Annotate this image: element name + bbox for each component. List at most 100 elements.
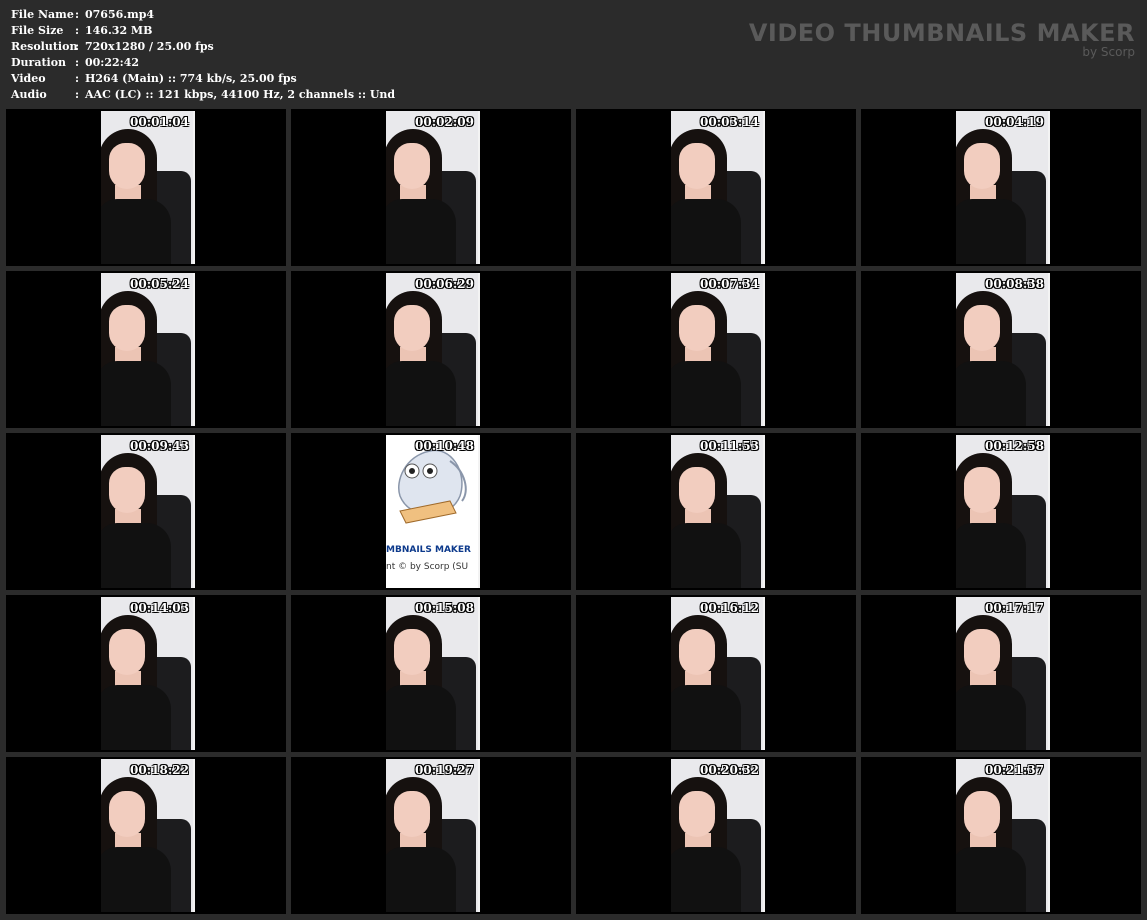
watermark-subtitle: by Scorp xyxy=(1082,45,1135,59)
face-shape xyxy=(964,791,1000,837)
timestamp-label: 00:03:14 xyxy=(700,115,759,129)
body-shape xyxy=(671,847,741,912)
info-label: Audio xyxy=(11,88,47,101)
face-shape xyxy=(394,791,430,837)
video-frame: 00:14:03 xyxy=(101,597,195,750)
info-label: Resolution xyxy=(11,40,78,53)
thumbnail-cell: 00:15:08 xyxy=(291,595,571,752)
timestamp-label: 00:09:43 xyxy=(130,439,189,453)
timestamp-label: 00:17:17 xyxy=(985,601,1044,615)
info-row-file-name: File Name : 07656.mp4 xyxy=(11,7,395,23)
body-shape xyxy=(956,361,1026,426)
thumbnail-grid: 00:01:04 00:02:09 00:03:14 00:04:19 00:05:24… xyxy=(6,109,1141,914)
info-separator: : xyxy=(75,88,80,101)
thumbnail-cell: 00:21:37 xyxy=(861,757,1141,914)
body-shape xyxy=(671,685,741,750)
body-shape xyxy=(671,523,741,588)
face-shape xyxy=(679,629,715,675)
body-shape xyxy=(956,847,1026,912)
info-value: AAC (LC) :: 121 kbps, 44100 Hz, 2 channe… xyxy=(85,88,396,101)
info-label: Duration xyxy=(11,56,67,69)
thumbnail-cell: 00:05:24 xyxy=(6,271,286,428)
thumbnail-cell: 00:19:27 xyxy=(291,757,571,914)
face-shape xyxy=(964,629,1000,675)
video-frame: 00:05:24 xyxy=(101,273,195,426)
thumbnail-cell: 00:02:09 xyxy=(291,109,571,266)
timestamp-label: 00:08:38 xyxy=(985,277,1044,291)
body-shape xyxy=(956,685,1026,750)
thumbnail-cell: 00:04:19 xyxy=(861,109,1141,266)
video-frame: 00:11:53 xyxy=(671,435,765,588)
timestamp-label: 00:20:32 xyxy=(700,763,759,777)
thumbnail-cell: 00:08:38 xyxy=(861,271,1141,428)
timestamp-label: 00:18:22 xyxy=(130,763,189,777)
video-frame: 00:03:14 xyxy=(671,111,765,264)
thumbnail-cell: 00:12:58 xyxy=(861,433,1141,590)
face-shape xyxy=(964,467,1000,513)
thumbnail-cell: 00:11:53 xyxy=(576,433,856,590)
info-value: 07656.mp4 xyxy=(85,8,155,21)
face-shape xyxy=(109,305,145,351)
face-shape xyxy=(109,629,145,675)
video-frame: 00:17:17 xyxy=(956,597,1050,750)
video-frame: 00:16:12 xyxy=(671,597,765,750)
thumbnail-cell: 00:07:34 xyxy=(576,271,856,428)
owl-frame-line2: nt © by Scorp (SU xyxy=(386,562,469,572)
timestamp-label: 00:19:27 xyxy=(415,763,474,777)
face-shape xyxy=(394,629,430,675)
video-frame: 00:09:43 xyxy=(101,435,195,588)
timestamp-label: 00:21:37 xyxy=(985,763,1044,777)
video-frame: 00:01:04 xyxy=(101,111,195,264)
timestamp-label: 00:06:29 xyxy=(415,277,474,291)
info-label: File Size xyxy=(11,24,64,37)
owl-logo-icon xyxy=(398,449,467,524)
body-shape xyxy=(386,685,456,750)
face-shape xyxy=(964,305,1000,351)
file-info-panel: File Name : 07656.mp4 File Size : 146.32… xyxy=(11,7,395,103)
timestamp-label: 00:16:12 xyxy=(700,601,759,615)
timestamp-label: 00:12:58 xyxy=(985,439,1044,453)
thumbnail-cell: 00:06:29 xyxy=(291,271,571,428)
body-shape xyxy=(386,199,456,264)
body-shape xyxy=(956,199,1026,264)
info-row-file-size: File Size : 146.32 MB xyxy=(11,23,395,39)
video-frame: MBNAILS MAKER nt © by Scorp (SU 00:10:48 xyxy=(386,435,480,588)
info-row-video: Video : H264 (Main) :: 774 kb/s, 25.00 f… xyxy=(11,71,395,87)
thumbnail-cell: 00:17:17 xyxy=(861,595,1141,752)
body-shape xyxy=(101,523,171,588)
info-row-resolution: Resolution : 720x1280 / 25.00 fps xyxy=(11,39,395,55)
face-shape xyxy=(679,467,715,513)
thumbnail-cell: 00:16:12 xyxy=(576,595,856,752)
info-value: 146.32 MB xyxy=(85,24,153,37)
owl-frame-line1: MBNAILS MAKER xyxy=(386,545,471,555)
timestamp-label: 00:14:03 xyxy=(130,601,189,615)
timestamp-label: 00:04:19 xyxy=(985,115,1044,129)
timestamp-label: 00:15:08 xyxy=(415,601,474,615)
thumbnail-cell: 00:09:43 xyxy=(6,433,286,590)
body-shape xyxy=(386,361,456,426)
timestamp-label: 00:01:04 xyxy=(130,115,189,129)
info-label: File Name xyxy=(11,8,74,21)
thumbnail-cell: 00:14:03 xyxy=(6,595,286,752)
thumbnail-cell: 00:03:14 xyxy=(576,109,856,266)
video-frame: 00:20:32 xyxy=(671,759,765,912)
video-frame: 00:21:37 xyxy=(956,759,1050,912)
thumbnail-cell: 00:20:32 xyxy=(576,757,856,914)
body-shape xyxy=(386,847,456,912)
info-separator: : xyxy=(75,40,80,53)
face-shape xyxy=(964,143,1000,189)
video-frame: 00:12:58 xyxy=(956,435,1050,588)
timestamp-label: 00:05:24 xyxy=(130,277,189,291)
info-separator: : xyxy=(75,24,80,37)
timestamp-label: 00:11:53 xyxy=(700,439,759,453)
timestamp-label: 00:07:34 xyxy=(700,277,759,291)
face-shape xyxy=(679,305,715,351)
face-shape xyxy=(679,143,715,189)
watermark-title: VIDEO THUMBNAILS MAKER xyxy=(748,19,1135,47)
thumbnail-cell: MBNAILS MAKER nt © by Scorp (SU 00:10:48 xyxy=(291,433,571,590)
thumbnail-cell: 00:18:22 xyxy=(6,757,286,914)
body-shape xyxy=(101,199,171,264)
info-separator: : xyxy=(75,56,80,69)
video-frame: 00:18:22 xyxy=(101,759,195,912)
body-shape xyxy=(101,685,171,750)
